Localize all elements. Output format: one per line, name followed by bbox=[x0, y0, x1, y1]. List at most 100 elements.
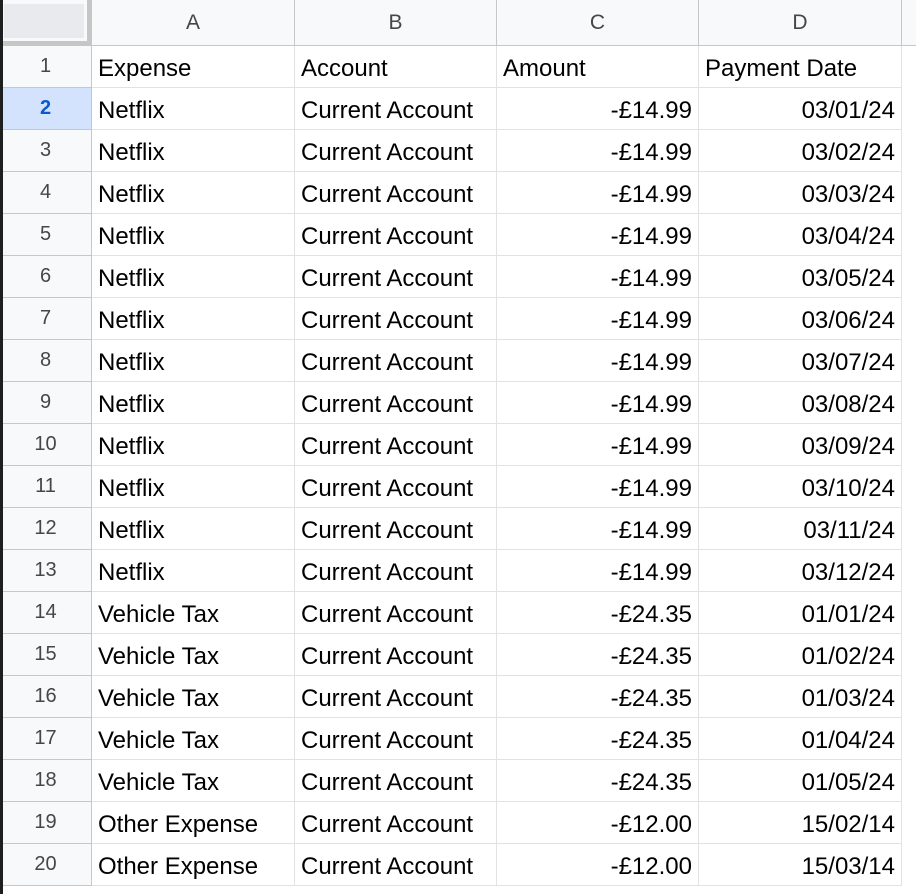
cell-b[interactable]: Current Account bbox=[295, 634, 497, 676]
cell-d[interactable]: 15/03/14 bbox=[699, 844, 902, 886]
cell-a[interactable]: Netflix bbox=[92, 298, 295, 340]
row-header[interactable]: 12 bbox=[0, 508, 92, 550]
cell-a[interactable]: Netflix bbox=[92, 340, 295, 382]
cell-b[interactable]: Current Account bbox=[295, 298, 497, 340]
cell-b[interactable]: Current Account bbox=[295, 88, 497, 130]
cell-b[interactable]: Current Account bbox=[295, 844, 497, 886]
cell-b[interactable]: Current Account bbox=[295, 256, 497, 298]
cell-b[interactable]: Current Account bbox=[295, 802, 497, 844]
cell-b[interactable]: Current Account bbox=[295, 760, 497, 802]
row-header[interactable]: 8 bbox=[0, 340, 92, 382]
cell-a[interactable]: Netflix bbox=[92, 88, 295, 130]
cell-d[interactable]: 03/02/24 bbox=[699, 130, 902, 172]
cell-b[interactable]: Current Account bbox=[295, 130, 497, 172]
cell-c[interactable]: -£12.00 bbox=[497, 844, 699, 886]
cell-d[interactable]: 03/08/24 bbox=[699, 382, 902, 424]
cell-a[interactable]: Netflix bbox=[92, 214, 295, 256]
cell-b[interactable]: Current Account bbox=[295, 550, 497, 592]
cell-b[interactable]: Current Account bbox=[295, 508, 497, 550]
row-header[interactable]: 5 bbox=[0, 214, 92, 256]
row-header[interactable]: 6 bbox=[0, 256, 92, 298]
row-header[interactable]: 10 bbox=[0, 424, 92, 466]
row-header[interactable]: 20 bbox=[0, 844, 92, 886]
row-header[interactable]: 14 bbox=[0, 592, 92, 634]
cell-a[interactable]: Netflix bbox=[92, 172, 295, 214]
cell-d[interactable]: 03/04/24 bbox=[699, 214, 902, 256]
cell-d[interactable]: 15/02/14 bbox=[699, 802, 902, 844]
cell-b[interactable]: Current Account bbox=[295, 214, 497, 256]
cell-c[interactable]: -£14.99 bbox=[497, 424, 699, 466]
cell-c[interactable]: -£14.99 bbox=[497, 508, 699, 550]
cell-a[interactable]: Other Expense bbox=[92, 802, 295, 844]
cell-b[interactable]: Current Account bbox=[295, 676, 497, 718]
cell-d[interactable]: 03/10/24 bbox=[699, 466, 902, 508]
cell-a[interactable]: Vehicle Tax bbox=[92, 634, 295, 676]
cell-c[interactable]: -£24.35 bbox=[497, 676, 699, 718]
cell-b[interactable]: Current Account bbox=[295, 172, 497, 214]
cell-a[interactable]: Vehicle Tax bbox=[92, 592, 295, 634]
cell-c[interactable]: -£14.99 bbox=[497, 214, 699, 256]
cell-a[interactable]: Netflix bbox=[92, 424, 295, 466]
row-header[interactable]: 9 bbox=[0, 382, 92, 424]
cell-c[interactable]: -£24.35 bbox=[497, 718, 699, 760]
cell-d[interactable]: 01/03/24 bbox=[699, 676, 902, 718]
column-header-c[interactable]: C bbox=[497, 0, 699, 46]
row-header[interactable]: 2 bbox=[0, 88, 92, 130]
cell-c[interactable]: -£24.35 bbox=[497, 760, 699, 802]
row-header[interactable]: 18 bbox=[0, 760, 92, 802]
row-header[interactable]: 3 bbox=[0, 130, 92, 172]
cell-c[interactable]: -£24.35 bbox=[497, 634, 699, 676]
column-header-d[interactable]: D bbox=[699, 0, 902, 46]
cell-a[interactable]: Netflix bbox=[92, 130, 295, 172]
cell-b[interactable]: Current Account bbox=[295, 466, 497, 508]
cell-a[interactable]: Netflix bbox=[92, 466, 295, 508]
cell-a[interactable]: Netflix bbox=[92, 256, 295, 298]
row-header[interactable]: 4 bbox=[0, 172, 92, 214]
cell-a[interactable]: Vehicle Tax bbox=[92, 718, 295, 760]
cell-c[interactable]: -£14.99 bbox=[497, 256, 699, 298]
cell-c[interactable]: -£14.99 bbox=[497, 130, 699, 172]
cell-c[interactable]: -£14.99 bbox=[497, 298, 699, 340]
cell-d[interactable]: 03/03/24 bbox=[699, 172, 902, 214]
cell-d[interactable]: 03/12/24 bbox=[699, 550, 902, 592]
row-header[interactable]: 1 bbox=[0, 46, 92, 88]
column-header-b[interactable]: B bbox=[295, 0, 497, 46]
cell-d[interactable]: 03/07/24 bbox=[699, 340, 902, 382]
cell-d[interactable]: 03/06/24 bbox=[699, 298, 902, 340]
row-header[interactable]: 19 bbox=[0, 802, 92, 844]
row-header[interactable]: 16 bbox=[0, 676, 92, 718]
cell-d[interactable]: 01/05/24 bbox=[699, 760, 902, 802]
cell-c[interactable]: -£14.99 bbox=[497, 382, 699, 424]
cell-d[interactable]: 03/11/24 bbox=[699, 508, 902, 550]
cell-d[interactable]: 01/01/24 bbox=[699, 592, 902, 634]
cell-c[interactable]: -£12.00 bbox=[497, 802, 699, 844]
cell-c[interactable]: -£24.35 bbox=[497, 592, 699, 634]
cell-d[interactable]: Payment Date bbox=[699, 46, 902, 88]
cell-c[interactable]: -£14.99 bbox=[497, 340, 699, 382]
row-header[interactable]: 13 bbox=[0, 550, 92, 592]
cell-b[interactable]: Current Account bbox=[295, 592, 497, 634]
cell-d[interactable]: 01/02/24 bbox=[699, 634, 902, 676]
cell-a[interactable]: Netflix bbox=[92, 508, 295, 550]
column-header-a[interactable]: A bbox=[92, 0, 295, 46]
cell-c[interactable]: -£14.99 bbox=[497, 172, 699, 214]
cell-c[interactable]: -£14.99 bbox=[497, 466, 699, 508]
cell-c[interactable]: -£14.99 bbox=[497, 550, 699, 592]
row-header[interactable]: 15 bbox=[0, 634, 92, 676]
cell-c[interactable]: Amount bbox=[497, 46, 699, 88]
cell-c[interactable]: -£14.99 bbox=[497, 88, 699, 130]
cell-a[interactable]: Vehicle Tax bbox=[92, 760, 295, 802]
select-all-corner[interactable] bbox=[0, 0, 92, 46]
cell-b[interactable]: Current Account bbox=[295, 718, 497, 760]
cell-d[interactable]: 03/05/24 bbox=[699, 256, 902, 298]
cell-b[interactable]: Current Account bbox=[295, 382, 497, 424]
cell-d[interactable]: 01/04/24 bbox=[699, 718, 902, 760]
cell-d[interactable]: 03/01/24 bbox=[699, 88, 902, 130]
cell-a[interactable]: Expense bbox=[92, 46, 295, 88]
row-header[interactable]: 17 bbox=[0, 718, 92, 760]
cell-b[interactable]: Account bbox=[295, 46, 497, 88]
cell-a[interactable]: Other Expense bbox=[92, 844, 295, 886]
cell-d[interactable]: 03/09/24 bbox=[699, 424, 902, 466]
cell-a[interactable]: Vehicle Tax bbox=[92, 676, 295, 718]
row-header[interactable]: 11 bbox=[0, 466, 92, 508]
